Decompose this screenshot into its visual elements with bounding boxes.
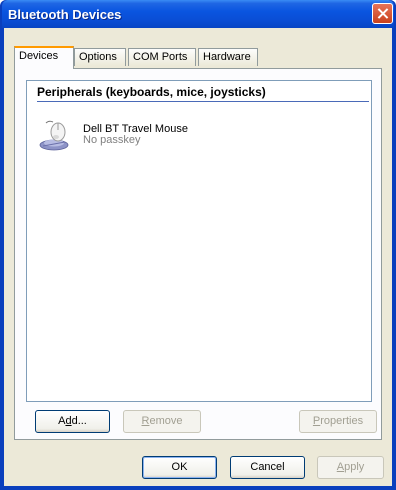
title-bar[interactable]: Bluetooth Devices [2, 0, 394, 28]
properties-button[interactable]: Properties [299, 410, 377, 433]
add-button[interactable]: Add... [35, 410, 110, 433]
apply-button[interactable]: Apply [317, 456, 384, 479]
tab-com-ports-label: COM Ports [133, 51, 188, 63]
bluetooth-mouse-icon [39, 120, 69, 151]
remove-label-post: emove [149, 415, 183, 427]
group-header: Peripherals (keyboards, mice, joysticks) [37, 85, 266, 99]
tab-devices[interactable]: Devices [14, 46, 74, 69]
cancel-button[interactable]: Cancel [230, 456, 305, 479]
window-title: Bluetooth Devices [8, 7, 122, 22]
close-button[interactable] [372, 3, 393, 24]
device-list[interactable]: Peripherals (keyboards, mice, joysticks)… [26, 80, 372, 402]
ok-label: OK [171, 461, 188, 473]
group-divider [37, 101, 369, 102]
device-item[interactable]: Dell BT Travel Mouse No passkey [39, 119, 239, 155]
tab-options-label: Options [79, 51, 117, 63]
tab-com-ports[interactable]: COM Ports [128, 48, 196, 66]
tab-options[interactable]: Options [74, 48, 126, 66]
apply-label-post: pply [344, 461, 365, 473]
tab-hardware-label: Hardware [203, 51, 251, 63]
apply-label-mnemonic: A [336, 461, 345, 473]
bluetooth-devices-window: Bluetooth Devices Devices Options COM Po… [0, 0, 396, 490]
tab-hardware[interactable]: Hardware [198, 48, 258, 66]
dialog-body: Devices Options COM Ports Hardware Perip… [4, 28, 392, 486]
add-label-post: d... [71, 415, 87, 427]
cancel-label: Cancel [250, 461, 285, 473]
ok-button[interactable]: OK [142, 456, 217, 479]
remove-button[interactable]: Remove [123, 410, 201, 433]
properties-label-post: roperties [320, 415, 364, 427]
tab-devices-label: Devices [19, 50, 59, 62]
device-status: No passkey [83, 134, 141, 146]
